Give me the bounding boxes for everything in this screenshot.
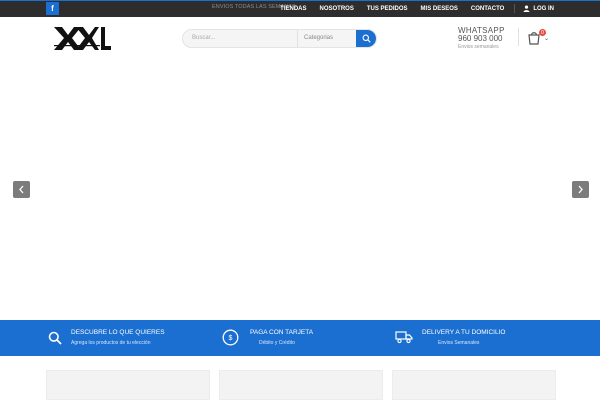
slider-prev-button[interactable]	[13, 181, 30, 198]
feature-subtitle: Envios Semanales	[438, 340, 480, 346]
facebook-icon[interactable]: f	[46, 2, 59, 15]
chevron-right-icon	[578, 185, 583, 194]
category-select[interactable]: Categorias	[297, 30, 357, 47]
search-bar: Buscar... Categorias	[182, 29, 377, 48]
page: f ENVIOS TODAS LAS SEMANAS TIENDAS NOSOT…	[0, 0, 600, 400]
nav-divider	[514, 4, 516, 13]
product-card[interactable]	[46, 370, 210, 400]
nav-mis-deseos[interactable]: MIS DESEOS	[421, 6, 458, 12]
search-icon	[362, 34, 371, 43]
card-icon: $	[222, 329, 239, 346]
user-icon	[523, 5, 530, 12]
search-icon	[48, 331, 62, 345]
login-link[interactable]: LOG IN	[523, 5, 554, 12]
nav-contacto[interactable]: CONTACTO	[471, 6, 504, 12]
search-button[interactable]	[356, 30, 376, 47]
feature-title: DELIVERY A TU DOMICILIO	[422, 329, 506, 336]
nav-tus-pedidos[interactable]: TUS PEDIDOS	[367, 6, 408, 12]
slider-next-button[interactable]	[572, 181, 589, 198]
svg-text:$: $	[229, 335, 233, 342]
top-nav: TIENDAS NOSOTROS TUS PEDIDOS MIS DESEOS …	[267, 0, 554, 17]
nav-nosotros[interactable]: NOSOTROS	[320, 6, 354, 12]
feature-discover: DESCUBRE LO QUE QUIERES Agrega los produ…	[0, 320, 200, 356]
feature-subtitle: Agrega los productos de tu elección	[71, 340, 151, 346]
nav-tiendas[interactable]: TIENDAS	[280, 6, 306, 12]
search-input[interactable]: Buscar...	[192, 35, 215, 41]
login-label[interactable]: LOG IN	[533, 6, 554, 12]
header-divider	[518, 28, 519, 46]
whatsapp-number[interactable]: 960 903 000	[458, 34, 505, 43]
feature-subtitle: Débito y Crédito	[259, 340, 295, 346]
feature-delivery: DELIVERY A TU DOMICILIO Envios Semanales	[395, 320, 600, 356]
whatsapp-contact[interactable]: WHATSAPP 960 903 000 Envios semanales	[458, 26, 505, 50]
product-card[interactable]	[219, 370, 383, 400]
xxl-logo[interactable]	[52, 25, 112, 53]
truck-icon	[395, 331, 413, 344]
feature-card-payment: $ PAGA CON TARJETA Débito y Crédito	[200, 320, 400, 356]
product-card[interactable]	[392, 370, 556, 400]
top-bar: f ENVIOS TODAS LAS SEMANAS TIENDAS NOSOT…	[0, 0, 600, 17]
chevron-left-icon	[19, 185, 24, 194]
chevron-down-icon[interactable]: ⌄	[544, 35, 549, 42]
features-band: DESCUBRE LO QUE QUIERES Agrega los produ…	[0, 320, 600, 356]
feature-title: DESCUBRE LO QUE QUIERES	[71, 329, 165, 336]
feature-title: PAGA CON TARJETA	[250, 329, 314, 336]
category-select-label: Categorias	[304, 35, 334, 41]
whatsapp-note: Envios semanales	[458, 44, 499, 50]
